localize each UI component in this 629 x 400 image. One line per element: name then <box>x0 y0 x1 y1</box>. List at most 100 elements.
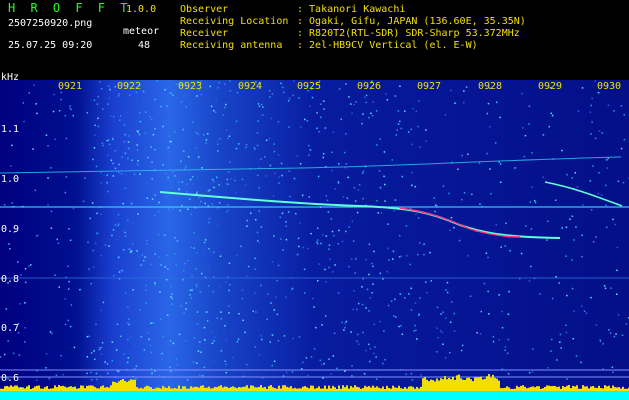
level-bar <box>336 389 338 391</box>
noise-speck <box>234 179 236 182</box>
level-bar <box>124 380 126 391</box>
noise-speck <box>218 285 220 287</box>
noise-speck <box>539 293 541 295</box>
noise-speck <box>183 260 185 262</box>
noise-speck <box>126 361 129 364</box>
level-bar <box>240 387 242 391</box>
noise-speck <box>313 348 316 350</box>
noise-speck <box>525 225 527 227</box>
noise-speck <box>418 314 420 316</box>
noise-speck <box>272 194 275 197</box>
noise-speck <box>355 258 357 260</box>
noise-speck <box>211 178 214 181</box>
noise-speck <box>322 234 324 236</box>
noise-speck <box>137 130 140 132</box>
noise-speck <box>127 306 129 308</box>
noise-speck <box>260 284 262 287</box>
level-bar <box>122 379 124 391</box>
noise-speck <box>316 227 319 229</box>
noise-speck <box>120 173 123 175</box>
noise-speck <box>257 174 259 177</box>
noise-speck <box>442 311 444 313</box>
noise-speck <box>47 145 49 147</box>
noise-speck <box>219 255 222 257</box>
noise-speck <box>254 292 256 294</box>
level-bar <box>362 388 364 391</box>
noise-speck <box>546 239 548 241</box>
noise-speck <box>117 224 119 227</box>
noise-speck <box>240 245 242 248</box>
noise-speck <box>386 270 388 273</box>
noise-speck <box>534 201 537 204</box>
noise-speck <box>136 144 138 146</box>
noise-speck <box>107 103 109 105</box>
noise-speck <box>168 135 171 137</box>
noise-speck <box>166 254 168 257</box>
level-bar <box>130 379 132 391</box>
level-bar <box>434 381 436 391</box>
level-bar <box>32 388 34 391</box>
noise-speck <box>189 178 192 181</box>
noise-speck <box>228 135 231 137</box>
noise-speck <box>391 159 393 161</box>
noise-speck <box>150 322 152 324</box>
level-bar <box>192 387 194 391</box>
noise-speck <box>120 335 122 338</box>
level-bar <box>616 387 618 391</box>
noise-speck <box>130 250 133 252</box>
noise-speck <box>185 302 187 304</box>
noise-speck <box>310 232 312 235</box>
level-bar <box>348 388 350 391</box>
noise-speck <box>224 281 227 283</box>
noise-speck <box>548 125 550 128</box>
noise-speck <box>88 268 90 270</box>
level-bar <box>108 387 110 391</box>
level-bar <box>460 378 462 391</box>
noise-speck <box>615 333 617 335</box>
noise-speck <box>202 134 205 136</box>
noise-speck <box>178 333 181 336</box>
noise-speck <box>139 309 141 311</box>
noise-speck <box>11 144 13 147</box>
noise-speck <box>154 98 156 101</box>
noise-speck <box>576 186 579 188</box>
noise-speck <box>356 211 359 214</box>
noise-speck <box>337 292 340 294</box>
level-bar <box>364 385 366 391</box>
level-bar <box>252 385 254 391</box>
noise-speck <box>215 100 217 102</box>
noise-speck <box>197 156 200 158</box>
noise-speck <box>207 285 210 287</box>
level-bar <box>272 387 274 391</box>
noise-speck <box>137 160 139 162</box>
noise-speck <box>207 190 210 192</box>
noise-speck <box>280 238 282 240</box>
noise-speck <box>130 202 133 205</box>
noise-speck <box>267 293 269 295</box>
noise-speck <box>96 103 99 105</box>
noise-speck <box>3 353 6 356</box>
noise-speck <box>283 91 285 94</box>
level-bar <box>80 385 82 391</box>
noise-speck <box>112 175 115 177</box>
noise-speck <box>345 133 347 135</box>
level-bar <box>422 378 424 391</box>
noise-speck <box>417 125 419 128</box>
noise-speck <box>332 131 335 134</box>
noise-speck <box>154 194 156 196</box>
noise-speck <box>47 177 49 179</box>
noise-speck <box>531 186 533 188</box>
noise-speck <box>505 222 507 225</box>
level-bar <box>520 385 522 391</box>
noise-speck <box>373 323 376 326</box>
noise-speck <box>614 223 616 226</box>
level-bar <box>96 388 98 391</box>
noise-speck <box>410 128 413 131</box>
noise-speck <box>287 211 290 213</box>
noise-speck <box>340 118 342 121</box>
location-value: : Ogaki, Gifu, JAPAN (136.60E, 35.35N) <box>297 16 526 27</box>
noise-speck <box>301 368 303 370</box>
noise-speck <box>554 199 557 201</box>
level-bar <box>170 388 172 391</box>
level-bar <box>412 386 414 391</box>
